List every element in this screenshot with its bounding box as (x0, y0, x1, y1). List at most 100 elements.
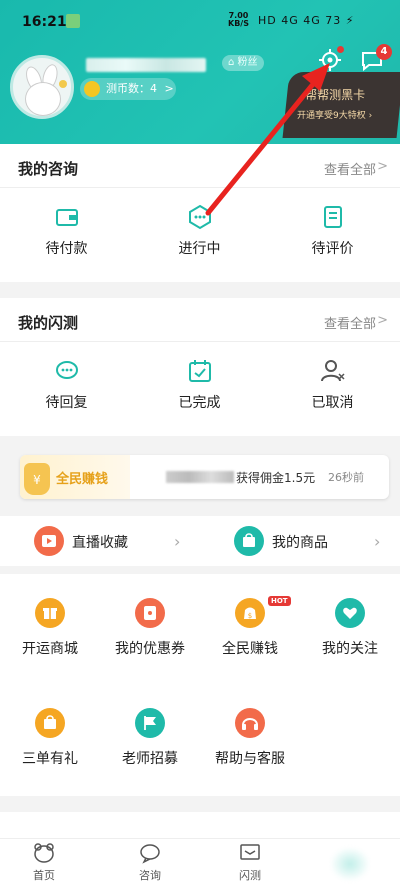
wallet-icon (55, 209, 78, 226)
black-card-banner[interactable]: 帮帮测黑卡 开通享受9大特权 › (282, 72, 400, 138)
status-time: 16:21 (22, 14, 67, 30)
tab-label: 咨询 (139, 869, 161, 882)
play-icon (34, 526, 64, 556)
heart-icon (335, 598, 365, 628)
flash-view-all[interactable]: 查看全部 (324, 313, 376, 332)
chevron-right-icon: › (174, 532, 181, 551)
inbox-icon (240, 844, 260, 860)
tab-label: 首页 (33, 869, 55, 882)
grid-item-coupons[interactable]: 我的优惠券 (100, 598, 200, 658)
coupon-icon (135, 598, 165, 628)
flash-item-label: 已完成 (178, 395, 221, 411)
chevron-right-icon: > (377, 159, 388, 174)
app-notification-icon (66, 14, 80, 28)
earn-user-blurred (166, 471, 234, 483)
earn-banner[interactable]: ¥ 全民赚钱 获得佣金1.5元 26秒前 › (20, 455, 389, 499)
flash-header: 我的闪测 查看全部 > (0, 298, 400, 342)
flash-item-label: 待回复 (45, 395, 88, 411)
grid-item-lucky-mall[interactable]: 开运商城 (0, 598, 100, 658)
network-speed: 7.00 KB/S (228, 12, 249, 28)
flash-section: 我的闪测 查看全部 > 待回复 已完成 已取消 (0, 298, 400, 436)
grid-item-teacher-recruit[interactable]: 老师招募 (100, 708, 200, 768)
consult-view-all[interactable]: 查看全部 (324, 159, 376, 178)
live-favorites-label: 直播收藏 (72, 535, 128, 551)
flash-item-cancelled[interactable]: 已取消 (266, 358, 399, 412)
consult-title: 我的咨询 (18, 160, 79, 178)
coin-icon (84, 81, 100, 97)
grid-item-label: 开运商城 (22, 641, 78, 657)
tab-flash[interactable]: 闪测 (220, 841, 280, 883)
flash-title: 我的闪测 (18, 314, 79, 332)
consult-item-review[interactable]: 待评价 (266, 204, 399, 258)
tab-label: 闪测 (239, 869, 261, 882)
bottom-tab-bar: 首页 咨询 闪测 (0, 838, 400, 889)
earn-tag-label: 全民赚钱 (56, 472, 109, 487)
chat-dots-icon (188, 204, 211, 230)
avatar-sparkle-icon (59, 80, 67, 88)
fans-label: 粉丝 (237, 57, 258, 68)
settings-gear-icon[interactable] (318, 46, 344, 72)
status-bar: 16:21 7.00 KB/S HD 4G 4G 73 ⚡ (0, 0, 400, 40)
consult-item-label: 待评价 (311, 241, 354, 257)
flash-item-label: 已取消 (311, 395, 354, 411)
gift-icon (35, 598, 65, 628)
coins-arrow: > (164, 82, 174, 95)
consult-item-label: 进行中 (178, 241, 221, 257)
consult-header: 我的咨询 查看全部 > (0, 144, 400, 188)
message-count-badge: 4 (376, 44, 392, 60)
avatar-face (25, 82, 61, 116)
chat-icon (140, 844, 160, 864)
tab-consult[interactable]: 咨询 (120, 841, 180, 883)
svg-text:$: $ (248, 612, 252, 620)
consult-item-label: 待付款 (45, 241, 88, 257)
black-card-subtitle: 开通享受9大特权 › (297, 111, 373, 121)
fans-badge[interactable]: ⌂ 粉丝 (222, 55, 264, 71)
speed-unit: KB/S (228, 19, 249, 28)
grid-item-three-orders[interactable]: 三单有礼 (0, 708, 100, 768)
grid-item-label: 我的关注 (322, 641, 378, 657)
bottom-spacer (0, 812, 400, 838)
my-products-link[interactable]: 我的商品 › (234, 522, 384, 564)
username-blurred (86, 58, 206, 72)
money-bag-icon: ¥ (24, 463, 50, 495)
my-products-label: 我的商品 (272, 535, 328, 551)
live-favorites-link[interactable]: 直播收藏 › (34, 522, 184, 564)
settings-dot (337, 46, 344, 53)
grid-item-label: 全民赚钱 (222, 641, 278, 657)
grid-item-earn-money[interactable]: $ 全民赚钱 (200, 598, 300, 658)
bear-icon (34, 843, 54, 863)
chevron-right-icon: › (374, 532, 381, 551)
money-bag-icon: $ (235, 598, 265, 628)
consult-item-unpaid[interactable]: 待付款 (0, 204, 133, 258)
flash-item-completed[interactable]: 已完成 (133, 358, 266, 412)
avatar[interactable] (10, 55, 74, 119)
user-cancel-icon (320, 360, 345, 382)
shopping-bag-icon (35, 708, 65, 738)
bag-icon (234, 526, 264, 556)
chat-bubble-icon (55, 361, 78, 379)
coins-pill[interactable]: 测币数：4 > (80, 78, 176, 100)
grid-item-help-support[interactable]: 帮助与客服 (200, 708, 300, 768)
grid-item-label: 三单有礼 (22, 751, 78, 767)
calendar-check-icon (188, 360, 211, 382)
flag-icon (135, 708, 165, 738)
grid-item-label: 我的优惠券 (115, 641, 185, 657)
coins-label: 测币数：4 (106, 82, 157, 95)
grid-item-label: 老师招募 (122, 751, 178, 767)
grid-item-following[interactable]: 我的关注 (300, 598, 400, 658)
document-icon (323, 206, 342, 228)
message-icon[interactable]: 4 (360, 44, 392, 72)
grid-item-label: 帮助与客服 (215, 751, 285, 767)
headset-icon (235, 708, 265, 738)
tab-home[interactable]: 首页 (14, 841, 74, 883)
consult-item-ongoing[interactable]: 进行中 (133, 204, 266, 258)
tab-mine-blurred[interactable] (330, 847, 370, 881)
flash-item-awaiting[interactable]: 待回复 (0, 358, 133, 412)
earn-tag: ¥ 全民赚钱 (20, 455, 130, 499)
chevron-right-icon: › (388, 469, 389, 482)
earn-message: 获得佣金1.5元 (236, 471, 316, 485)
black-card-title: 帮帮测黑卡 (305, 88, 366, 102)
hot-badge: HOT (268, 596, 291, 606)
chevron-right-icon: > (377, 313, 388, 328)
status-icons: HD 4G 4G 73 ⚡ (258, 14, 355, 27)
